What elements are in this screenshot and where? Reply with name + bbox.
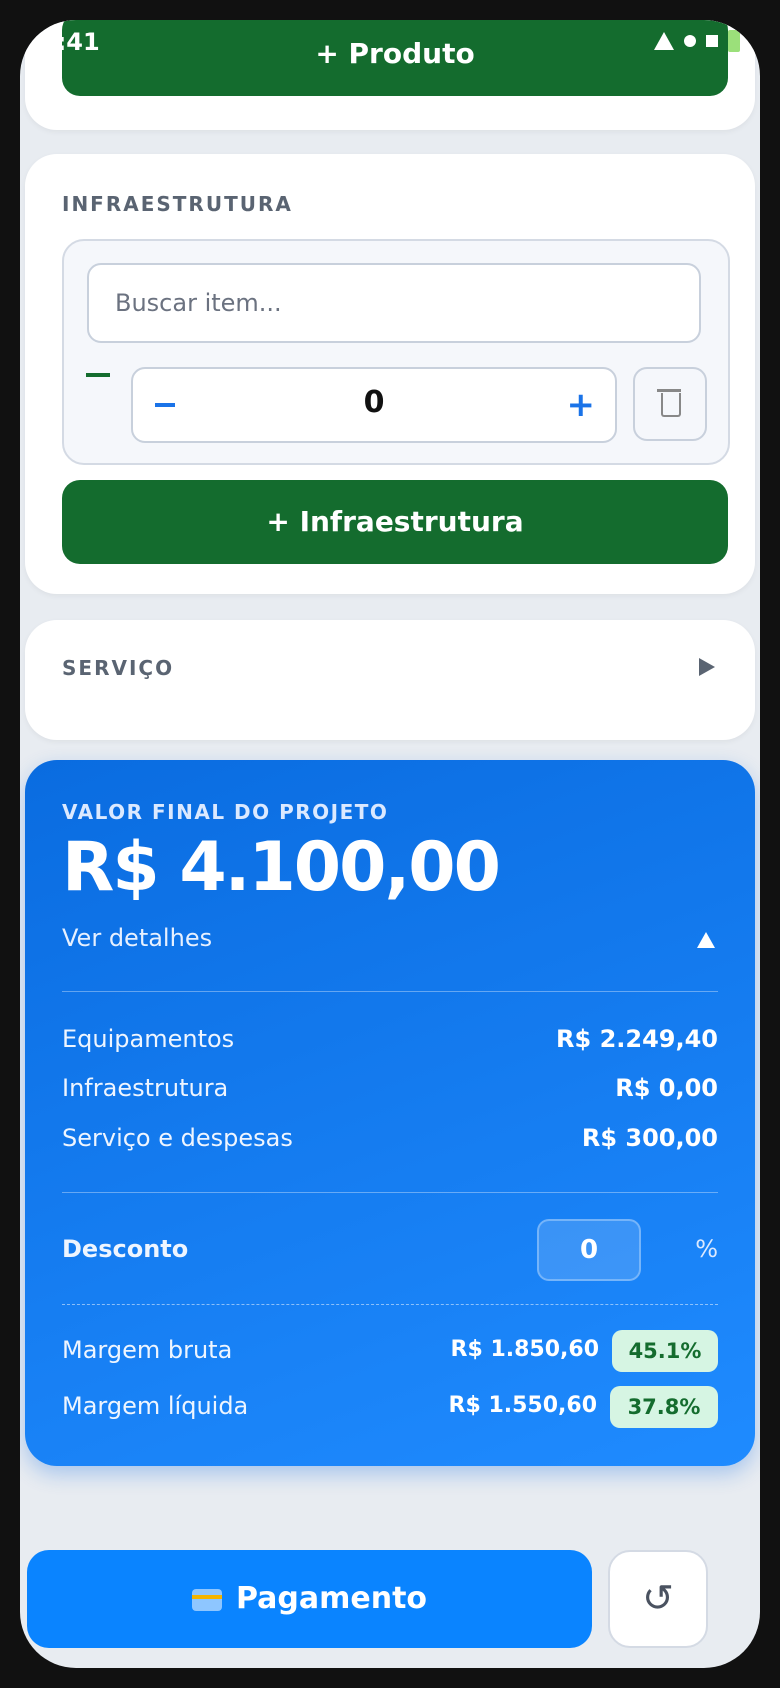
row-label-equipamentos: Equipamentos (62, 1025, 235, 1053)
servico-title: SERVIÇO (62, 656, 175, 680)
remove-row-icon[interactable] (86, 373, 110, 377)
status-bar: 9:41 (20, 20, 760, 70)
infraestrutura-title: INFRAESTRUTURA (62, 192, 293, 216)
row-label-servico: Serviço e despesas (62, 1124, 293, 1152)
margin-label-bruta: Margem bruta (62, 1336, 233, 1364)
project-summary-card: VALOR FINAL DO PROJETO R$ 4.100,00 Ver d… (25, 760, 755, 1466)
summary-label: VALOR FINAL DO PROJETO (62, 800, 389, 824)
collapse-arrow-icon[interactable] (697, 932, 715, 948)
increment-button[interactable]: + (567, 388, 596, 422)
row-value-equipamentos: R$ 2.249,40 (556, 1025, 718, 1053)
row-label-infraestrutura: Infraestrutura (62, 1074, 229, 1102)
expand-arrow-icon[interactable] (699, 658, 715, 676)
payment-label: Pagamento (235, 1581, 428, 1616)
divider (62, 991, 718, 992)
trash-icon (657, 389, 681, 392)
credit-card-icon (191, 1588, 222, 1611)
quantity-stepper: 0 + (131, 367, 617, 443)
divider (62, 1192, 718, 1193)
row-value-servico: R$ 300,00 (581, 1124, 718, 1152)
trash-can-shape (661, 393, 681, 417)
servico-card[interactable]: SERVIÇO (25, 620, 755, 740)
dashed-divider (62, 1304, 718, 1305)
signal-icon (654, 32, 674, 50)
app-screen: 9:41 + Produto INFRAESTRUTURA 0 + + (20, 20, 760, 1668)
reset-icon: ↺ (642, 1576, 674, 1620)
infra-item-row: 0 + (62, 239, 730, 465)
network-icon (706, 35, 718, 47)
status-icons (654, 30, 740, 52)
discount-input[interactable]: 0 (537, 1219, 641, 1281)
total-value: R$ 4.100,00 (62, 828, 501, 907)
payment-button[interactable]: Pagamento (27, 1550, 592, 1648)
infraestrutura-card: INFRAESTRUTURA 0 + + Infraestrutura (25, 154, 755, 594)
margin-badge-bruta: 45.1% (612, 1330, 718, 1372)
quantity-value[interactable]: 0 (133, 385, 615, 420)
delete-button[interactable] (633, 367, 707, 441)
margin-badge-liquida: 37.8% (610, 1386, 718, 1428)
status-time: 9:41 (40, 28, 100, 56)
search-item-input[interactable] (87, 263, 701, 343)
discount-unit: % (695, 1235, 718, 1263)
battery-icon (728, 30, 740, 52)
row-value-infraestrutura: R$ 0,00 (615, 1074, 718, 1102)
details-toggle[interactable]: Ver detalhes (62, 924, 212, 952)
margin-label-liquida: Margem líquida (62, 1392, 249, 1420)
discount-label: Desconto (62, 1235, 189, 1263)
reset-button[interactable]: ↺ (608, 1550, 708, 1648)
margin-value-liquida: R$ 1.550,60 (448, 1393, 597, 1418)
margin-value-bruta: R$ 1.850,60 (450, 1337, 599, 1362)
wifi-icon (684, 35, 696, 47)
add-infraestrutura-button[interactable]: + Infraestrutura (62, 480, 728, 564)
